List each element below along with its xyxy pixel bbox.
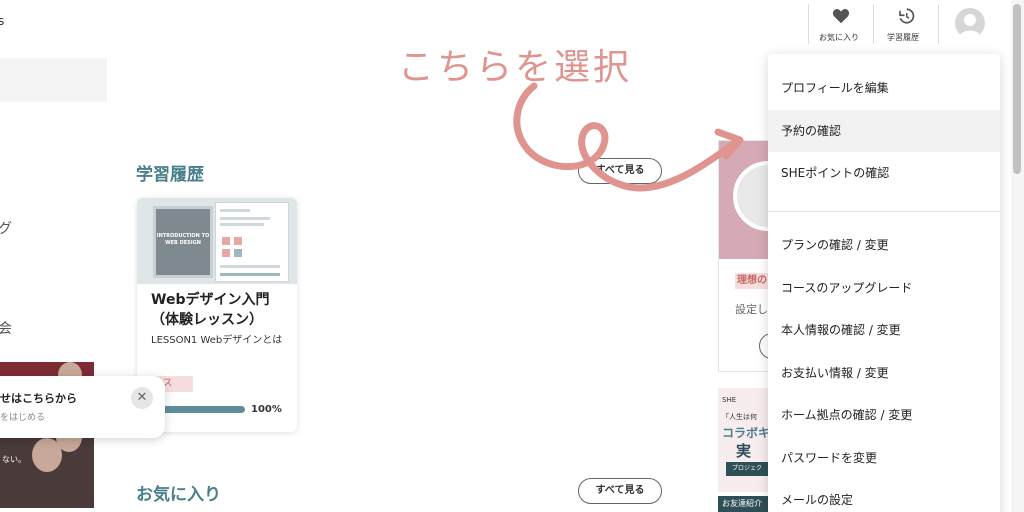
side-photo-caption: ない。 xyxy=(2,455,26,464)
course-title: Webデザイン入門（体験レッスン） xyxy=(151,292,270,328)
scrollbar-thumb[interactable] xyxy=(1013,4,1021,174)
menu-item-she-points[interactable]: SHEポイントの確認 xyxy=(768,152,1000,194)
menu-item-payment[interactable]: お支払い情報 / 変更 xyxy=(768,352,1000,394)
menu-item-upgrade[interactable]: コースのアップグレード xyxy=(768,267,1000,309)
favorites-header-label: お気に入り xyxy=(819,33,859,42)
banner-button[interactable]: プロジェク xyxy=(726,462,770,476)
menu-item-edit-profile[interactable]: プロフィールを編集 xyxy=(768,67,1000,109)
notification-subtitle: をはじめる xyxy=(0,413,46,423)
menu-item-password[interactable]: パスワードを変更 xyxy=(768,437,1000,479)
course-thumbnail-slide xyxy=(215,202,289,282)
account-dropdown-menu: プロフィールを編集 予約の確認 SHEポイントの確認 プランの確認 / 変更 コ… xyxy=(768,54,1000,512)
menu-item-home-base[interactable]: ホーム拠点の確認 / 変更 xyxy=(768,394,1000,436)
banner-headline: 実 xyxy=(736,442,752,460)
banner-logo: SHE xyxy=(722,396,737,404)
menu-item-plan[interactable]: プランの確認 / 変更 xyxy=(768,224,1000,266)
course-thumbnail: INTRODUCTION TO WEB DESIGN xyxy=(137,198,297,284)
menu-item-reservations[interactable]: 予約の確認 xyxy=(768,110,1000,152)
favorites-section-title: お気に入り xyxy=(136,485,221,505)
course-thumbnail-book: INTRODUCTION TO WEB DESIGN xyxy=(153,206,213,278)
sidebar-item-1[interactable]: グ xyxy=(0,218,12,238)
menu-item-personal-info[interactable]: 本人情報の確認 / 変更 xyxy=(768,309,1000,351)
sidebar-logo-text: s xyxy=(0,14,5,28)
sidebar-item-2[interactable]: 会 xyxy=(0,318,12,338)
collab-banner[interactable]: SHE 「人生は何 コラボキ 実 プロジェク xyxy=(718,388,770,492)
favorites-see-all-button[interactable]: すべて見る xyxy=(578,478,662,504)
course-progress-fill xyxy=(151,406,245,413)
header-divider xyxy=(938,4,939,44)
sidebar-active-item[interactable] xyxy=(0,58,107,102)
history-header-label: 学習履歴 xyxy=(887,33,919,42)
refer-friend-link[interactable]: お友達紹介 xyxy=(718,496,770,512)
favorites-header-button[interactable]: お気に入り xyxy=(809,4,873,44)
close-icon[interactable]: ✕ xyxy=(131,387,153,409)
banner-title: コラボキ xyxy=(722,426,770,440)
course-progress-text: 100% xyxy=(251,404,282,415)
course-progress-bar xyxy=(151,406,245,413)
page: s グ 会 学習履歴 すべて見る INTRODUCTION TO WEB DES… xyxy=(0,0,1024,512)
heart-icon xyxy=(832,9,850,24)
banner-quote: 「人生は何 xyxy=(722,413,757,421)
user-icon xyxy=(959,14,981,38)
menu-item-email-settings[interactable]: メールの設定 xyxy=(768,479,1000,512)
history-section-title: 学習履歴 xyxy=(136,165,204,185)
annotation-arrow xyxy=(513,82,744,192)
menu-divider xyxy=(768,211,1000,212)
profile-setting-text: 設定し xyxy=(735,303,768,316)
user-avatar[interactable] xyxy=(955,8,985,38)
history-header-button[interactable]: 学習履歴 xyxy=(874,4,938,44)
notification-toast[interactable]: せはこちらから をはじめる ✕ xyxy=(0,376,165,438)
course-lesson: LESSON1 Webデザインとは xyxy=(151,335,283,346)
history-icon xyxy=(899,8,915,24)
notification-title: せはこちらから xyxy=(0,392,77,405)
